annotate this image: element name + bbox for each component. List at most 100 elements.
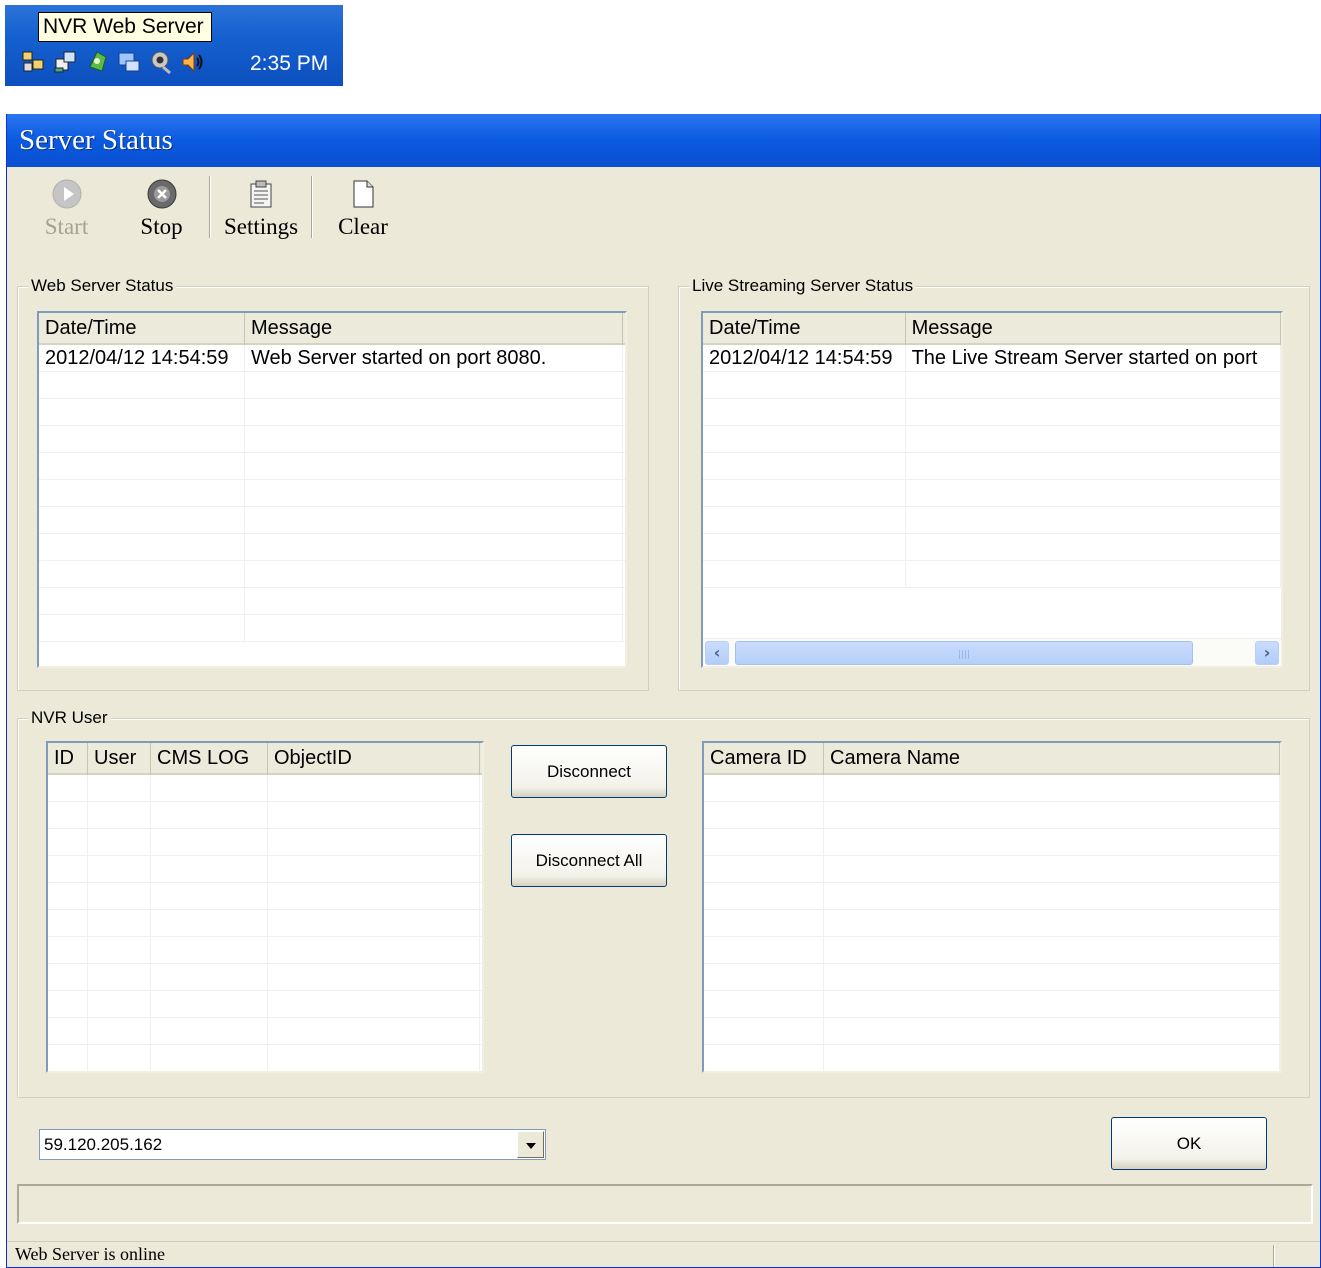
- column-header-camera-name[interactable]: Camera Name: [824, 743, 1280, 775]
- list-body: 2012/04/12 14:54:59 The Live Stream Serv…: [703, 345, 1281, 588]
- table-row: [704, 802, 1280, 829]
- table-row: [48, 883, 482, 910]
- security-shield-icon[interactable]: [84, 49, 110, 75]
- web-server-status-group: Web Server Status Date/Time Message 2012…: [17, 276, 649, 691]
- column-header-message[interactable]: Message: [906, 313, 1281, 345]
- list-header: Date/Time Message: [703, 313, 1281, 345]
- message-cell: Web Server started on port 8080.: [245, 345, 623, 372]
- table-row: [39, 615, 625, 642]
- scroll-right-icon[interactable]: ›: [1255, 641, 1279, 665]
- column-header-datetime[interactable]: Date/Time: [703, 313, 906, 345]
- datetime-cell: 2012/04/12 14:54:59: [703, 345, 906, 372]
- nvr-user-group: NVR User ID User CMS LOG ObjectID Discon…: [17, 708, 1310, 1098]
- table-row: [704, 1018, 1280, 1045]
- system-tray: NVR Web Server 2:35 PM: [5, 5, 343, 86]
- stop-button[interactable]: Stop: [114, 174, 209, 242]
- start-label: Start: [44, 214, 89, 239]
- column-header-camera-id[interactable]: Camera ID: [704, 743, 824, 775]
- settings-button[interactable]: Settings: [211, 174, 311, 242]
- server-status-window: Server Status Start Stop Settings Clear …: [6, 114, 1321, 1268]
- column-header-cms-log[interactable]: CMS LOG: [151, 743, 268, 775]
- table-row: [39, 399, 625, 426]
- table-row: [48, 964, 482, 991]
- table-row: [704, 829, 1280, 856]
- list-header: ID User CMS LOG ObjectID: [48, 743, 482, 775]
- tray-tooltip: NVR Web Server: [38, 12, 212, 42]
- table-row: [704, 964, 1280, 991]
- table-row: [48, 1018, 482, 1045]
- progress-bar: [17, 1184, 1313, 1224]
- table-row: [48, 937, 482, 964]
- window-title[interactable]: Server Status: [7, 114, 1320, 167]
- column-header-objectid[interactable]: ObjectID: [268, 743, 480, 775]
- table-row: [704, 883, 1280, 910]
- table-row: [48, 991, 482, 1018]
- table-row: [39, 372, 625, 399]
- nvr-user-list[interactable]: ID User CMS LOG ObjectID: [46, 741, 484, 1073]
- settings-label: Settings: [223, 214, 299, 239]
- column-header-datetime[interactable]: Date/Time: [39, 313, 245, 345]
- table-row: [703, 480, 1281, 507]
- column-header-message[interactable]: Message: [245, 313, 623, 345]
- stop-label: Stop: [140, 214, 183, 239]
- webcam-icon[interactable]: [148, 49, 174, 75]
- network-connection-icon[interactable]: [52, 49, 78, 75]
- table-row: [703, 453, 1281, 480]
- network-icon[interactable]: [20, 49, 46, 75]
- message-cell: The Live Stream Server started on port: [906, 345, 1281, 372]
- table-row: [703, 426, 1281, 453]
- list-header: Camera ID Camera Name: [704, 743, 1280, 775]
- table-row[interactable]: 2012/04/12 14:54:59 The Live Stream Serv…: [703, 345, 1281, 372]
- scrollbar-thumb[interactable]: ||||: [735, 641, 1193, 665]
- scroll-left-icon[interactable]: ‹: [705, 641, 729, 665]
- stop-icon: [147, 179, 176, 209]
- table-row: [703, 534, 1281, 561]
- table-row: [703, 372, 1281, 399]
- table-row: [39, 453, 625, 480]
- ip-address-select[interactable]: 59.120.205.162: [39, 1129, 546, 1160]
- disconnect-all-button[interactable]: Disconnect All: [511, 834, 667, 887]
- table-row: [48, 910, 482, 937]
- status-divider: [1273, 1245, 1275, 1267]
- live-streaming-log-list[interactable]: Date/Time Message 2012/04/12 14:54:59 Th…: [701, 311, 1283, 668]
- start-button[interactable]: Start: [19, 174, 114, 242]
- list-body: [48, 775, 482, 1071]
- disconnect-button[interactable]: Disconnect: [511, 745, 667, 798]
- table-row: [48, 856, 482, 883]
- ok-button[interactable]: OK: [1111, 1117, 1267, 1170]
- column-header-id[interactable]: ID: [48, 743, 88, 775]
- table-row: [704, 991, 1280, 1018]
- chevron-down-icon: [526, 1143, 536, 1149]
- table-row: [704, 1045, 1280, 1071]
- volume-icon[interactable]: [180, 49, 206, 75]
- table-row: [703, 561, 1281, 588]
- toolbar: Start Stop Settings Clear: [19, 174, 413, 244]
- web-server-log-list[interactable]: Date/Time Message 2012/04/12 14:54:59 We…: [37, 311, 627, 668]
- live-streaming-status-group: Live Streaming Server Status Date/Time M…: [678, 276, 1310, 691]
- datetime-cell: 2012/04/12 14:54:59: [39, 345, 245, 372]
- nvr-user-title: NVR User: [28, 708, 111, 728]
- table-row: [48, 775, 482, 802]
- table-row: [39, 480, 625, 507]
- monitor-icon[interactable]: [116, 49, 142, 75]
- table-row: [703, 507, 1281, 534]
- table-row: [704, 775, 1280, 802]
- settings-icon: [250, 180, 272, 208]
- table-row: [704, 937, 1280, 964]
- dropdown-button[interactable]: [517, 1131, 544, 1158]
- column-header-user[interactable]: User: [88, 743, 151, 775]
- table-row[interactable]: 2012/04/12 14:54:59 Web Server started o…: [39, 345, 625, 372]
- tray-icons: [20, 49, 206, 75]
- camera-list[interactable]: Camera ID Camera Name: [702, 741, 1282, 1073]
- table-row: [703, 399, 1281, 426]
- grip-icon: ||||: [958, 650, 971, 660]
- table-row: [48, 1045, 482, 1071]
- list-body: [704, 775, 1280, 1071]
- horizontal-scrollbar[interactable]: ‹ |||| ›: [703, 638, 1281, 666]
- tray-clock[interactable]: 2:35 PM: [250, 52, 328, 76]
- clear-button[interactable]: Clear: [313, 174, 413, 242]
- list-body: 2012/04/12 14:54:59 Web Server started o…: [39, 345, 625, 642]
- web-server-status-title: Web Server Status: [28, 276, 177, 296]
- table-row: [704, 856, 1280, 883]
- table-row: [39, 507, 625, 534]
